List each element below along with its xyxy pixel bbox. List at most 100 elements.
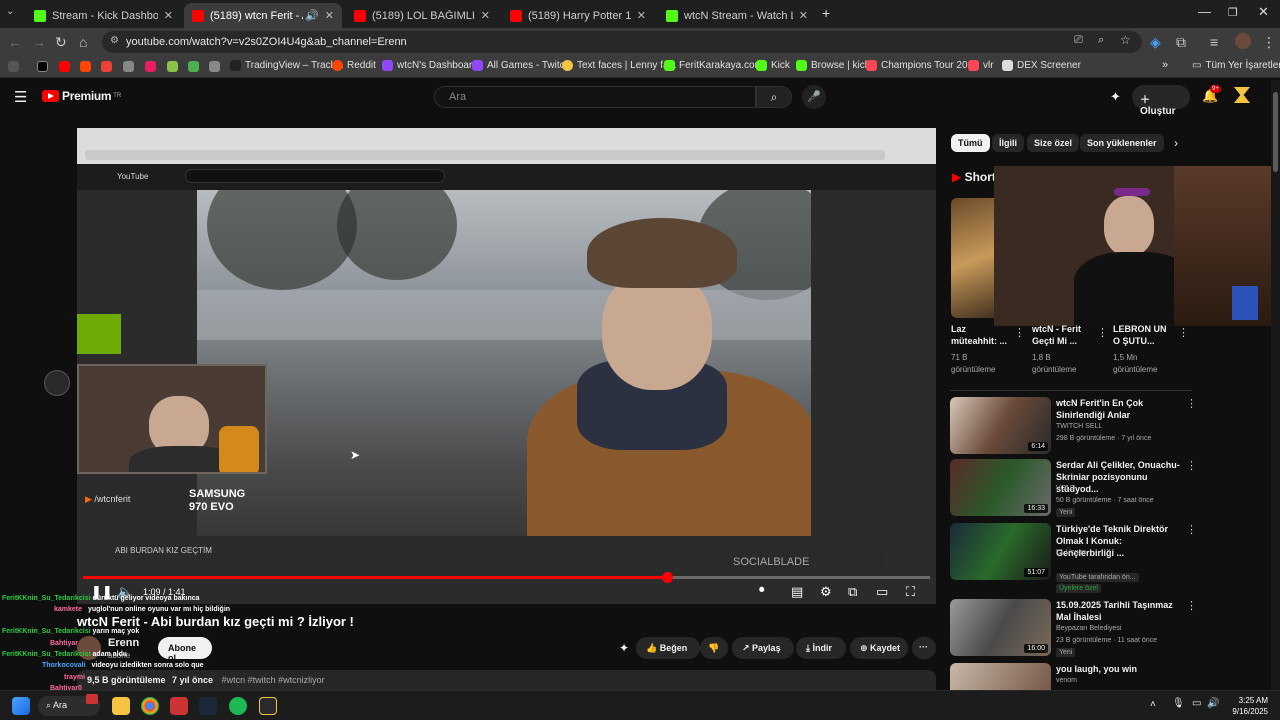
extensions-puzzle-icon[interactable]: ⧉: [1176, 34, 1186, 51]
spotify-icon[interactable]: [229, 697, 247, 715]
speaker-icon[interactable]: 🔊: [305, 9, 319, 22]
like-button[interactable]: 👍 Beğen: [636, 637, 700, 659]
more-vert-icon[interactable]: ⋮: [1186, 599, 1197, 612]
rec-channel[interactable]: VOLE: [1056, 485, 1075, 492]
channel-name[interactable]: Erenn: [108, 637, 139, 649]
rec-channel[interactable]: TWITCH SELL: [1056, 423, 1102, 430]
globe-icon[interactable]: [123, 61, 134, 72]
more-vert-icon[interactable]: ⋮: [1186, 523, 1197, 536]
rec-title[interactable]: wtcN Ferit'in En Çok Sinirlendiği Anlar: [1056, 397, 1180, 421]
close-icon[interactable]: ✕: [637, 9, 646, 22]
recommended-video[interactable]: you laugh, you win venom ⋮: [950, 663, 1190, 690]
more-vert-icon[interactable]: ⋮: [1186, 397, 1197, 410]
bookmark-kick[interactable]: Kick: [756, 60, 790, 71]
reload-icon[interactable]: ↻: [55, 34, 67, 51]
short-title[interactable]: LEBRON UN O ŞUTU...: [1113, 323, 1173, 347]
bookmark-wtcn-dashboard[interactable]: wtcN's Dashboard: [382, 60, 478, 71]
site-info-icon[interactable]: ⚙: [110, 35, 119, 46]
address-input[interactable]: ⚙ youtube.com/watch?v=v2s0ZOI4U4g&ab_cha…: [102, 31, 1142, 53]
bookmark-reddit[interactable]: Reddit: [332, 60, 376, 71]
youtube-icon[interactable]: [59, 61, 70, 72]
app-icon[interactable]: [259, 697, 277, 715]
close-icon[interactable]: ✕: [325, 9, 334, 22]
more-vert-icon[interactable]: ⋮: [1186, 459, 1197, 472]
share-button[interactable]: ↗ Paylaş: [732, 637, 794, 659]
rec-title[interactable]: 15.09.2025 Tarihli Taşınmaz Mal İhalesi: [1056, 599, 1180, 623]
profile-avatar[interactable]: [1235, 33, 1251, 49]
hamburger-menu-icon[interactable]: ☰: [14, 88, 27, 106]
bookmark-dex-screener[interactable]: DEX Screener: [1002, 60, 1081, 71]
recommended-video[interactable]: 51:07 Türkiye'de Teknik Direktör Olmak I…: [950, 523, 1197, 593]
video-thumbnail[interactable]: [950, 663, 1051, 690]
chip-related[interactable]: İlgili: [992, 134, 1024, 152]
system-clock[interactable]: 3:25 AM 9/16/2025: [1218, 695, 1268, 717]
bookmark-vlr[interactable]: vlr: [968, 60, 994, 71]
video-thumbnail[interactable]: 16:33: [950, 459, 1051, 516]
dislike-button[interactable]: 👎: [700, 637, 728, 659]
bookmark-twitch-games[interactable]: All Games - Twitch: [472, 60, 570, 71]
tab-harry-potter[interactable]: (5189) Harry Potter 1-8 ama Tw ✕: [502, 3, 654, 28]
page-scrollbar[interactable]: [1271, 80, 1280, 690]
back-arrow-icon[interactable]: ←: [8, 34, 22, 50]
recommended-video[interactable]: 16:33 Serdar Ali Çelikler, Onuachu-Skrin…: [950, 459, 1197, 519]
x-icon[interactable]: [37, 61, 48, 72]
more-bookmarks-icon[interactable]: »: [1162, 59, 1168, 71]
chip-for-you[interactable]: Size özel: [1027, 134, 1080, 152]
subscribe-button[interactable]: Abone ol: [158, 637, 212, 663]
cast-icon[interactable]: ⎚: [1074, 34, 1083, 47]
chip-recent[interactable]: Son yüklenenler: [1080, 134, 1164, 152]
yandex-icon[interactable]: [145, 61, 156, 72]
windows-start-icon[interactable]: [12, 697, 30, 715]
chip-all[interactable]: Tümü: [951, 134, 990, 152]
voice-search-button[interactable]: 🎤: [802, 85, 826, 109]
extension-icon[interactable]: ◈: [1150, 34, 1161, 51]
tab-lol-bagimliligi[interactable]: (5189) LOL BAĞIMLILIĞI 1.5 - Y ✕: [346, 3, 498, 28]
forward-arrow-icon[interactable]: →: [32, 34, 46, 50]
tray-chevron-icon[interactable]: ˄: [1150, 699, 1156, 710]
tab-list-chevron-icon[interactable]: ⌄: [6, 6, 14, 17]
theater-mode-icon[interactable]: ▭: [876, 584, 888, 600]
video-thumbnail[interactable]: 6:14: [950, 397, 1051, 454]
video-thumbnail[interactable]: 51:07: [950, 523, 1051, 580]
bookmark-browse-kick[interactable]: Browse | kick: [796, 60, 870, 71]
tab-kick-dashboard[interactable]: Stream - Kick Dashboard ✕: [26, 3, 181, 28]
app-icon[interactable]: [170, 697, 188, 715]
rec-channel[interactable]: Beypazarı Belediyesi: [1056, 625, 1121, 632]
tab-wtcn-stream-kick[interactable]: wtcN Stream - Watch Live on K ✕: [658, 3, 816, 28]
all-bookmarks-folder[interactable]: ▭ Tüm Yer İşaretleri: [1192, 60, 1280, 71]
apps-grid-icon[interactable]: [8, 61, 19, 72]
close-icon[interactable]: ✕: [481, 9, 490, 22]
ai-spark-icon[interactable]: ✦: [619, 641, 629, 655]
file-explorer-icon[interactable]: [112, 697, 130, 715]
bookmark-star-icon[interactable]: ☆: [1120, 33, 1131, 47]
save-button[interactable]: ⊕ Kaydet: [850, 637, 908, 659]
new-tab-plus-icon[interactable]: +: [822, 5, 830, 21]
fullscreen-icon[interactable]: ⛶: [906, 584, 915, 600]
close-icon[interactable]: ✕: [164, 9, 173, 22]
media-control-icon[interactable]: ≡: [1210, 34, 1218, 50]
hashtags[interactable]: #wtcn #twitch #wtcnizliyor: [222, 675, 325, 685]
bookmark-icon[interactable]: [188, 61, 199, 72]
tab-wtcn-ferit[interactable]: (5189) wtcn Ferit - Abi burd 🔊 ✕: [184, 3, 342, 28]
search-input[interactable]: Ara: [434, 86, 756, 108]
more-actions-button[interactable]: ···: [912, 637, 936, 659]
ai-spark-icon[interactable]: ✦: [1110, 89, 1121, 105]
bookmark-lenny-faces[interactable]: Text faces | Lenny fa...: [562, 60, 677, 71]
account-avatar[interactable]: [1234, 87, 1250, 103]
settings-gear-icon[interactable]: ⚙: [820, 584, 832, 600]
gmail-icon[interactable]: [101, 61, 112, 72]
bookmark-tradingview[interactable]: TradingView – Track...: [230, 60, 344, 71]
short-title[interactable]: Laz müteahhit: ...: [951, 323, 1011, 347]
download-button[interactable]: ⤓ İndir: [796, 637, 846, 659]
home-icon[interactable]: ⌂: [79, 34, 87, 50]
mic-icon[interactable]: 🎙: [1172, 698, 1185, 709]
video-player[interactable]: YouTube ▶ /wtcnferit SAMSUNG 970 EVO ABI…: [77, 128, 936, 604]
autoplay-toggle[interactable]: ⏺: [759, 584, 765, 597]
short-title[interactable]: wtcN - Ferit Geçti Mi ...: [1032, 323, 1092, 347]
globe-icon[interactable]: [209, 61, 220, 72]
more-vert-icon[interactable]: ⋮: [1097, 326, 1108, 339]
recommended-video[interactable]: 16:00 15.09.2025 Tarihli Taşınmaz Mal İh…: [950, 599, 1197, 659]
more-vert-icon[interactable]: ⋮: [1178, 326, 1189, 339]
more-vert-icon[interactable]: ⋮: [1186, 663, 1190, 676]
rec-channel[interactable]: L1 Üçgen: [1056, 549, 1086, 556]
